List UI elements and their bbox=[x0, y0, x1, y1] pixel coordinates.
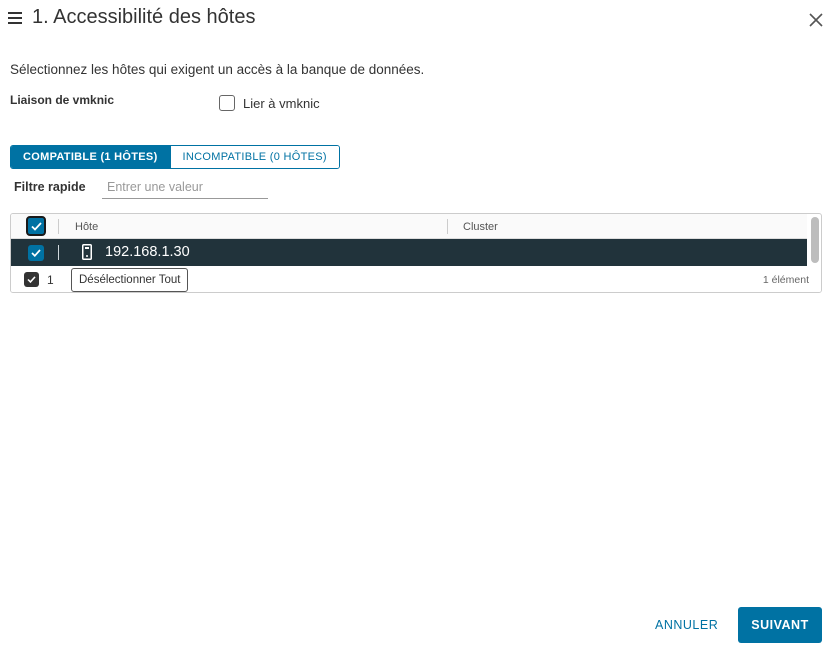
checkmark-icon bbox=[31, 249, 41, 257]
bind-vmknic-label: Lier à vmknic bbox=[243, 95, 320, 111]
close-icon[interactable] bbox=[808, 12, 824, 28]
deselect-all-button[interactable]: Désélectionner Tout bbox=[71, 268, 189, 292]
checkmark-icon bbox=[30, 221, 42, 231]
column-header-host[interactable]: Hôte bbox=[75, 221, 98, 233]
checkbox-box[interactable] bbox=[219, 95, 235, 111]
vmknic-binding-label: Liaison de vmknic bbox=[10, 93, 115, 107]
tab-incompatible[interactable]: INCOMPATIBLE (0 HÔTES) bbox=[169, 146, 339, 168]
dialog-title: 1. Accessibilité des hôtes bbox=[32, 6, 256, 28]
host-accessibility-dialog: 1. Accessibilité des hôtes Sélectionnez … bbox=[0, 0, 834, 659]
column-separator[interactable] bbox=[447, 219, 448, 234]
hosts-grid: Hôte Cluster 192.168.1.30 1 Désélectionn… bbox=[10, 213, 822, 293]
cancel-button[interactable]: ANNULER bbox=[643, 607, 730, 643]
bind-vmknic-checkbox[interactable]: Lier à vmknic bbox=[219, 95, 320, 111]
dialog-description: Sélectionnez les hôtes qui exigent un ac… bbox=[10, 62, 425, 77]
grid-footer: 1 Désélectionner Tout 1 élément bbox=[11, 266, 821, 292]
item-count: 1 élément bbox=[762, 274, 809, 286]
selected-count: 1 bbox=[47, 273, 54, 287]
table-row[interactable]: 192.168.1.30 bbox=[11, 239, 807, 266]
row-checkbox[interactable] bbox=[28, 245, 44, 261]
selection-checkbox[interactable] bbox=[24, 272, 39, 287]
checkmark-icon bbox=[27, 276, 36, 283]
select-all-checkbox[interactable] bbox=[26, 216, 46, 236]
grid-scrollbar[interactable] bbox=[811, 217, 819, 263]
grid-header: Hôte Cluster bbox=[11, 214, 807, 239]
quick-filter-label: Filtre rapide bbox=[14, 180, 86, 194]
column-separator[interactable] bbox=[58, 219, 59, 234]
compatibility-tabs: COMPATIBLE (1 HÔTES) INCOMPATIBLE (0 HÔT… bbox=[10, 145, 340, 169]
column-header-cluster[interactable]: Cluster bbox=[463, 221, 498, 233]
host-server-icon bbox=[82, 244, 92, 260]
row-separator bbox=[58, 245, 59, 260]
tab-compatible[interactable]: COMPATIBLE (1 HÔTES) bbox=[11, 146, 170, 168]
host-name-cell: 192.168.1.30 bbox=[105, 244, 190, 260]
next-button[interactable]: SUIVANT bbox=[738, 607, 822, 643]
hamburger-icon[interactable] bbox=[8, 12, 22, 24]
quick-filter-input[interactable] bbox=[102, 176, 268, 199]
